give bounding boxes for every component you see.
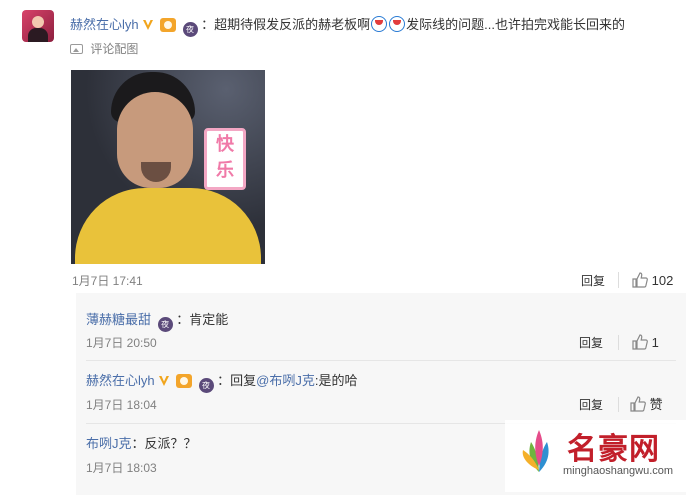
reply-3-time: 1月7日 18:03 xyxy=(86,461,157,475)
image-icon xyxy=(70,44,83,54)
reply-2-username[interactable]: 赫然在心lyh xyxy=(86,373,155,388)
sticker-char-1: 快 xyxy=(216,134,234,154)
reply-1-reply-button[interactable]: 回复 xyxy=(579,334,603,352)
laugh-emoji-icon xyxy=(389,16,406,32)
reply-1-line: 薄赫糖最甜 夜 ：肯定能 xyxy=(86,311,228,332)
level-badge-icon xyxy=(159,18,176,32)
main-comment-time: 1月7日 17:41 xyxy=(72,274,143,288)
main-comment-text-part2: 发际线的问题...也许拍完戏能长回来的 xyxy=(406,17,625,32)
verified-icon xyxy=(143,20,154,30)
main-comment-username[interactable]: 赫然在心lyh xyxy=(70,17,139,32)
sticker-happy: 快 乐 xyxy=(204,128,246,190)
reply-2-text: :是的哈 xyxy=(314,373,358,388)
verified-icon xyxy=(159,376,170,386)
action-divider xyxy=(618,272,619,288)
comment-image[interactable]: 快 乐 xyxy=(71,70,265,264)
main-reply-button[interactable]: 回复 xyxy=(581,272,605,290)
like-thumb-icon xyxy=(630,396,646,412)
action-divider xyxy=(618,335,619,350)
reply-2-line: 赫然在心lyh 夜 ：回复@布咧J克:是的哈 xyxy=(86,372,357,393)
action-divider xyxy=(618,397,619,412)
main-like-count: 102 xyxy=(651,273,674,288)
watermark-name: 名豪网 xyxy=(567,433,660,466)
reply-1-username[interactable]: 薄赫糖最甜 xyxy=(86,312,151,327)
user-avatar[interactable] xyxy=(22,10,54,42)
night-badge-icon: 夜 xyxy=(198,378,214,393)
sticker-char-2: 乐 xyxy=(216,160,234,180)
reply-1-like-count: 1 xyxy=(651,335,659,350)
reply-1-like-button[interactable]: 1 xyxy=(632,334,659,352)
site-watermark: 名豪网 minghaoshangwu.com xyxy=(505,420,687,492)
laugh-emoji-icon xyxy=(371,16,388,32)
reply-2-like-label: 赞 xyxy=(649,397,663,412)
reply-2-prefix: ：回复 xyxy=(217,373,257,388)
reply-2-time: 1月7日 18:04 xyxy=(86,398,157,412)
reply-1-time: 1月7日 20:50 xyxy=(86,336,157,350)
night-badge-icon: 夜 xyxy=(157,317,173,332)
reply-2-reply-button[interactable]: 回复 xyxy=(579,396,603,414)
reply-2-mention[interactable]: @布咧J克 xyxy=(256,373,315,388)
reply-3-text: ：反派？？ xyxy=(131,436,197,451)
reply-3-username[interactable]: 布咧J克 xyxy=(86,436,132,451)
main-comment-line: 赫然在心lyh 夜 ：超期待假发反派的赫老板啊 发际线的问题...也许拍完戏能长回… xyxy=(70,16,625,37)
main-like-button[interactable]: 102 xyxy=(632,272,673,290)
like-thumb-icon xyxy=(632,334,648,350)
reply-2-like-button[interactable]: 赞 xyxy=(630,396,663,414)
view-image-label: 评论配图 xyxy=(90,42,139,56)
night-badge-icon: 夜 xyxy=(182,22,198,37)
reply-3-line: 布咧J克：反派？？ xyxy=(86,435,197,453)
level-badge-icon xyxy=(175,374,192,388)
main-comment-text-part1: ：超期待假发反派的赫老板啊 xyxy=(201,17,371,32)
reply-1-text: ：肯定能 xyxy=(176,312,229,327)
reply-divider xyxy=(86,360,676,361)
view-image-link[interactable]: 评论配图 xyxy=(70,40,138,58)
watermark-logo-icon xyxy=(522,430,549,472)
like-thumb-icon xyxy=(632,272,648,288)
watermark-url: minghaoshangwu.com xyxy=(563,465,674,477)
